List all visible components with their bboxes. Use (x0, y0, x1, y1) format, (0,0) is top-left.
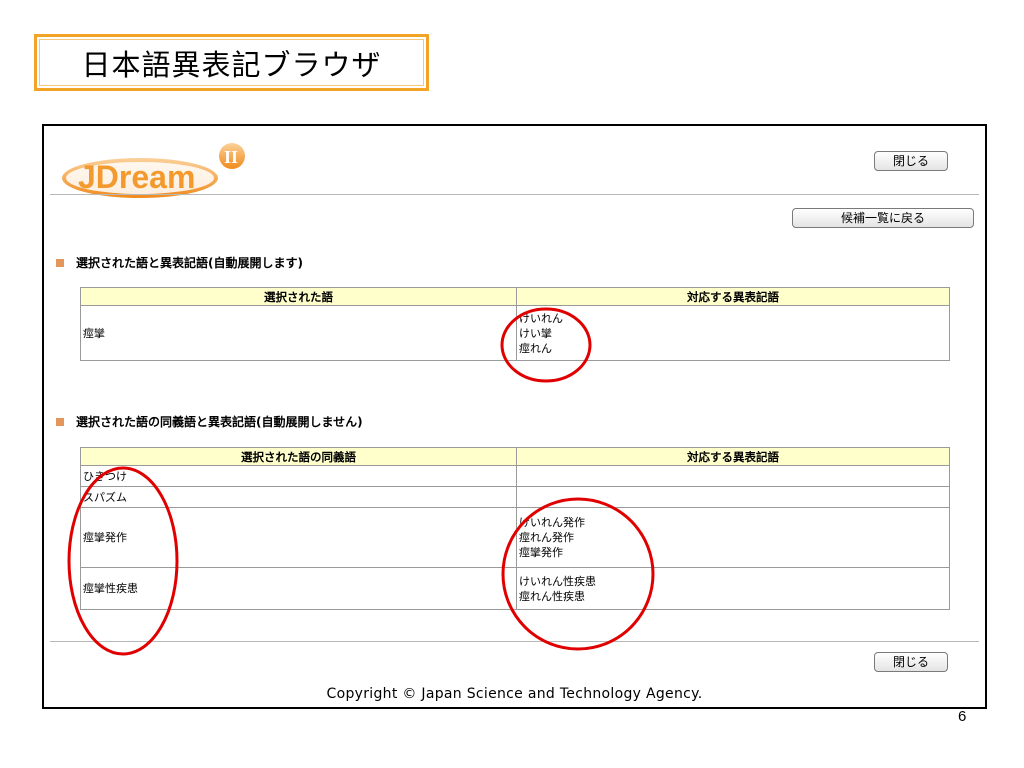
selected-term-table: 選択された語 対応する異表記語 痙攣 けいれん けい攣 痙れん (80, 287, 950, 361)
synonym-table: 選択された語の同義語 対応する異表記語 ひきつけ スパズム 痙攣発作 けいれん発… (80, 447, 950, 610)
copyright-notice: Copyright © Japan Science and Technology… (326, 686, 703, 702)
variant-text: 痙れん発作 (519, 531, 574, 544)
section-bullet-icon (56, 417, 64, 426)
svg-text:II: II (224, 147, 238, 167)
section2-heading: 選択された語の同義語と異表記語(自動展開しません) (56, 413, 363, 430)
slide-title: 日本語異表記ブラウザ (34, 34, 429, 91)
table-row: 痙攣発作 けいれん発作 痙れん発作 痙攣発作 (80, 507, 950, 568)
variants-cell: けいれん性疾患 痙れん性疾患 (516, 567, 950, 610)
variants-cell: けいれん発作 痙れん発作 痙攣発作 (516, 507, 950, 568)
variant-text: けいれん発作 (519, 516, 585, 529)
variant-text: けいれん (519, 311, 563, 325)
close-button-bottom[interactable]: 閉じる (874, 652, 948, 672)
variant-text: けい攣 (519, 326, 552, 340)
column-header: 選択された語の同義語 (80, 447, 517, 466)
variants-cell (516, 465, 950, 487)
table-row: 痙攣性疾患 けいれん性疾患 痙れん性疾患 (80, 567, 950, 610)
variants-cell (516, 486, 950, 508)
variants-cell: けいれん けい攣 痙れん (516, 305, 950, 361)
back-to-candidates-button[interactable]: 候補一覧に戻る (792, 208, 974, 228)
section1-title: 選択された語と異表記語(自動展開します) (76, 256, 303, 270)
jdream-logo: JDream II (62, 143, 245, 198)
browser-window: JDream II 閉じる 候補一覧に戻る 選択された語と異表記語(自動展開しま… (42, 124, 987, 709)
svg-text:JDream: JDream (78, 159, 195, 195)
term-cell: 痙攣 (80, 305, 517, 361)
table-row: スパズム (80, 486, 950, 508)
footer-divider (50, 641, 979, 642)
section2-title: 選択された語の同義語と異表記語(自動展開しません) (76, 415, 363, 429)
table-row: ひきつけ (80, 465, 950, 487)
variant-text: 痙攣発作 (519, 546, 563, 559)
page-number: 6 (958, 708, 967, 725)
column-header: 対応する異表記語 (516, 447, 950, 466)
variant-text: けいれん性疾患 (519, 574, 596, 588)
column-header: 選択された語 (80, 287, 517, 306)
section-bullet-icon (56, 258, 64, 267)
header-divider (50, 194, 979, 195)
variant-text: 痙れん (519, 341, 552, 355)
term-cell: スパズム (80, 486, 517, 508)
variant-text: 痙れん性疾患 (519, 589, 585, 603)
section1-heading: 選択された語と異表記語(自動展開します) (56, 254, 303, 271)
close-button-top[interactable]: 閉じる (874, 151, 948, 171)
term-cell: 痙攣発作 (80, 507, 517, 568)
term-cell: ひきつけ (80, 465, 517, 487)
column-header: 対応する異表記語 (516, 287, 950, 306)
term-cell: 痙攣性疾患 (80, 567, 517, 610)
table-row: 痙攣 けいれん けい攣 痙れん (80, 305, 950, 361)
